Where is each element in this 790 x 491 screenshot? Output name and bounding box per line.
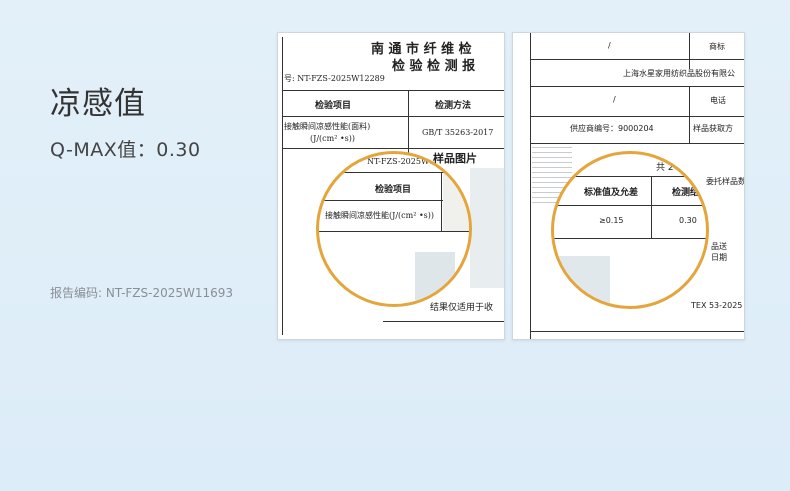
phone-label: 电话 [710,96,726,105]
test-report-image-1: 南 通 市 纤 维 检 检 验 检 测 报 号: NT-FZS-2025W122… [277,32,505,340]
report-number: 号: NT-FZS-2025W12289 [284,74,385,83]
report-heading: 检 验 检 测 报 [392,59,476,74]
column-method: 检测方法 [435,101,472,111]
trademark-label: 商标 [709,42,725,51]
report-code: 报告编码: NT-FZS-2025W11693 [50,286,234,300]
item-name-line1: 接触瞬间凉感性能(面料) [284,122,371,131]
side-text-2: 品送 [711,242,727,251]
side-text-1: 委托样品数 [706,177,745,186]
zoom-column-standard: 标准值及允差 [584,188,639,198]
page-title: 凉感值 [50,86,146,122]
column-item: 检验项目 [315,101,352,111]
qmax-value: Q-MAX值：0.30 [50,139,201,161]
zoom-report-number: NT-FZS-2025W1169 [367,157,450,166]
side-text-3: 日期 [711,253,727,262]
magnifier-circle: NT-FZS-2025W1169 检验项目 接触瞬间凉感性能(J/(cm² •s… [316,151,472,307]
footer-standard: TEX 53-2025 [691,301,743,310]
slash-2: / [613,95,616,104]
zoom-standard-value: ≥0.15 [599,216,624,225]
slash-1: / [608,41,611,50]
company-name: 上海水星家用纺织品股份有限公 [623,69,735,78]
sample-method-label: 样品获取方 [693,124,733,133]
zoom-result-value: 0.30 [679,216,697,225]
zoom-column-result: 检测结 [672,188,700,198]
supplier-number: 供应商编号：9000204 [570,124,654,133]
zoom-column-item: 检验项目 [375,185,412,195]
zoom-item-name: 接触瞬间凉感性能(J/(cm² •s)) [325,211,435,220]
zoom-page-count: 共 2 [656,163,674,173]
test-report-image-2: / 商标 上海水星家用纺织品股份有限公 / 电话 供应商编号：9000204 样… [512,32,745,340]
item-name-line2: (J/(cm² •s)) [310,134,356,143]
magnifier-circle: 共 2 标准值及允差 检测结 ≥0.15 0.30 [551,151,709,309]
method-value: GB/T 35263-2017 [422,128,494,137]
